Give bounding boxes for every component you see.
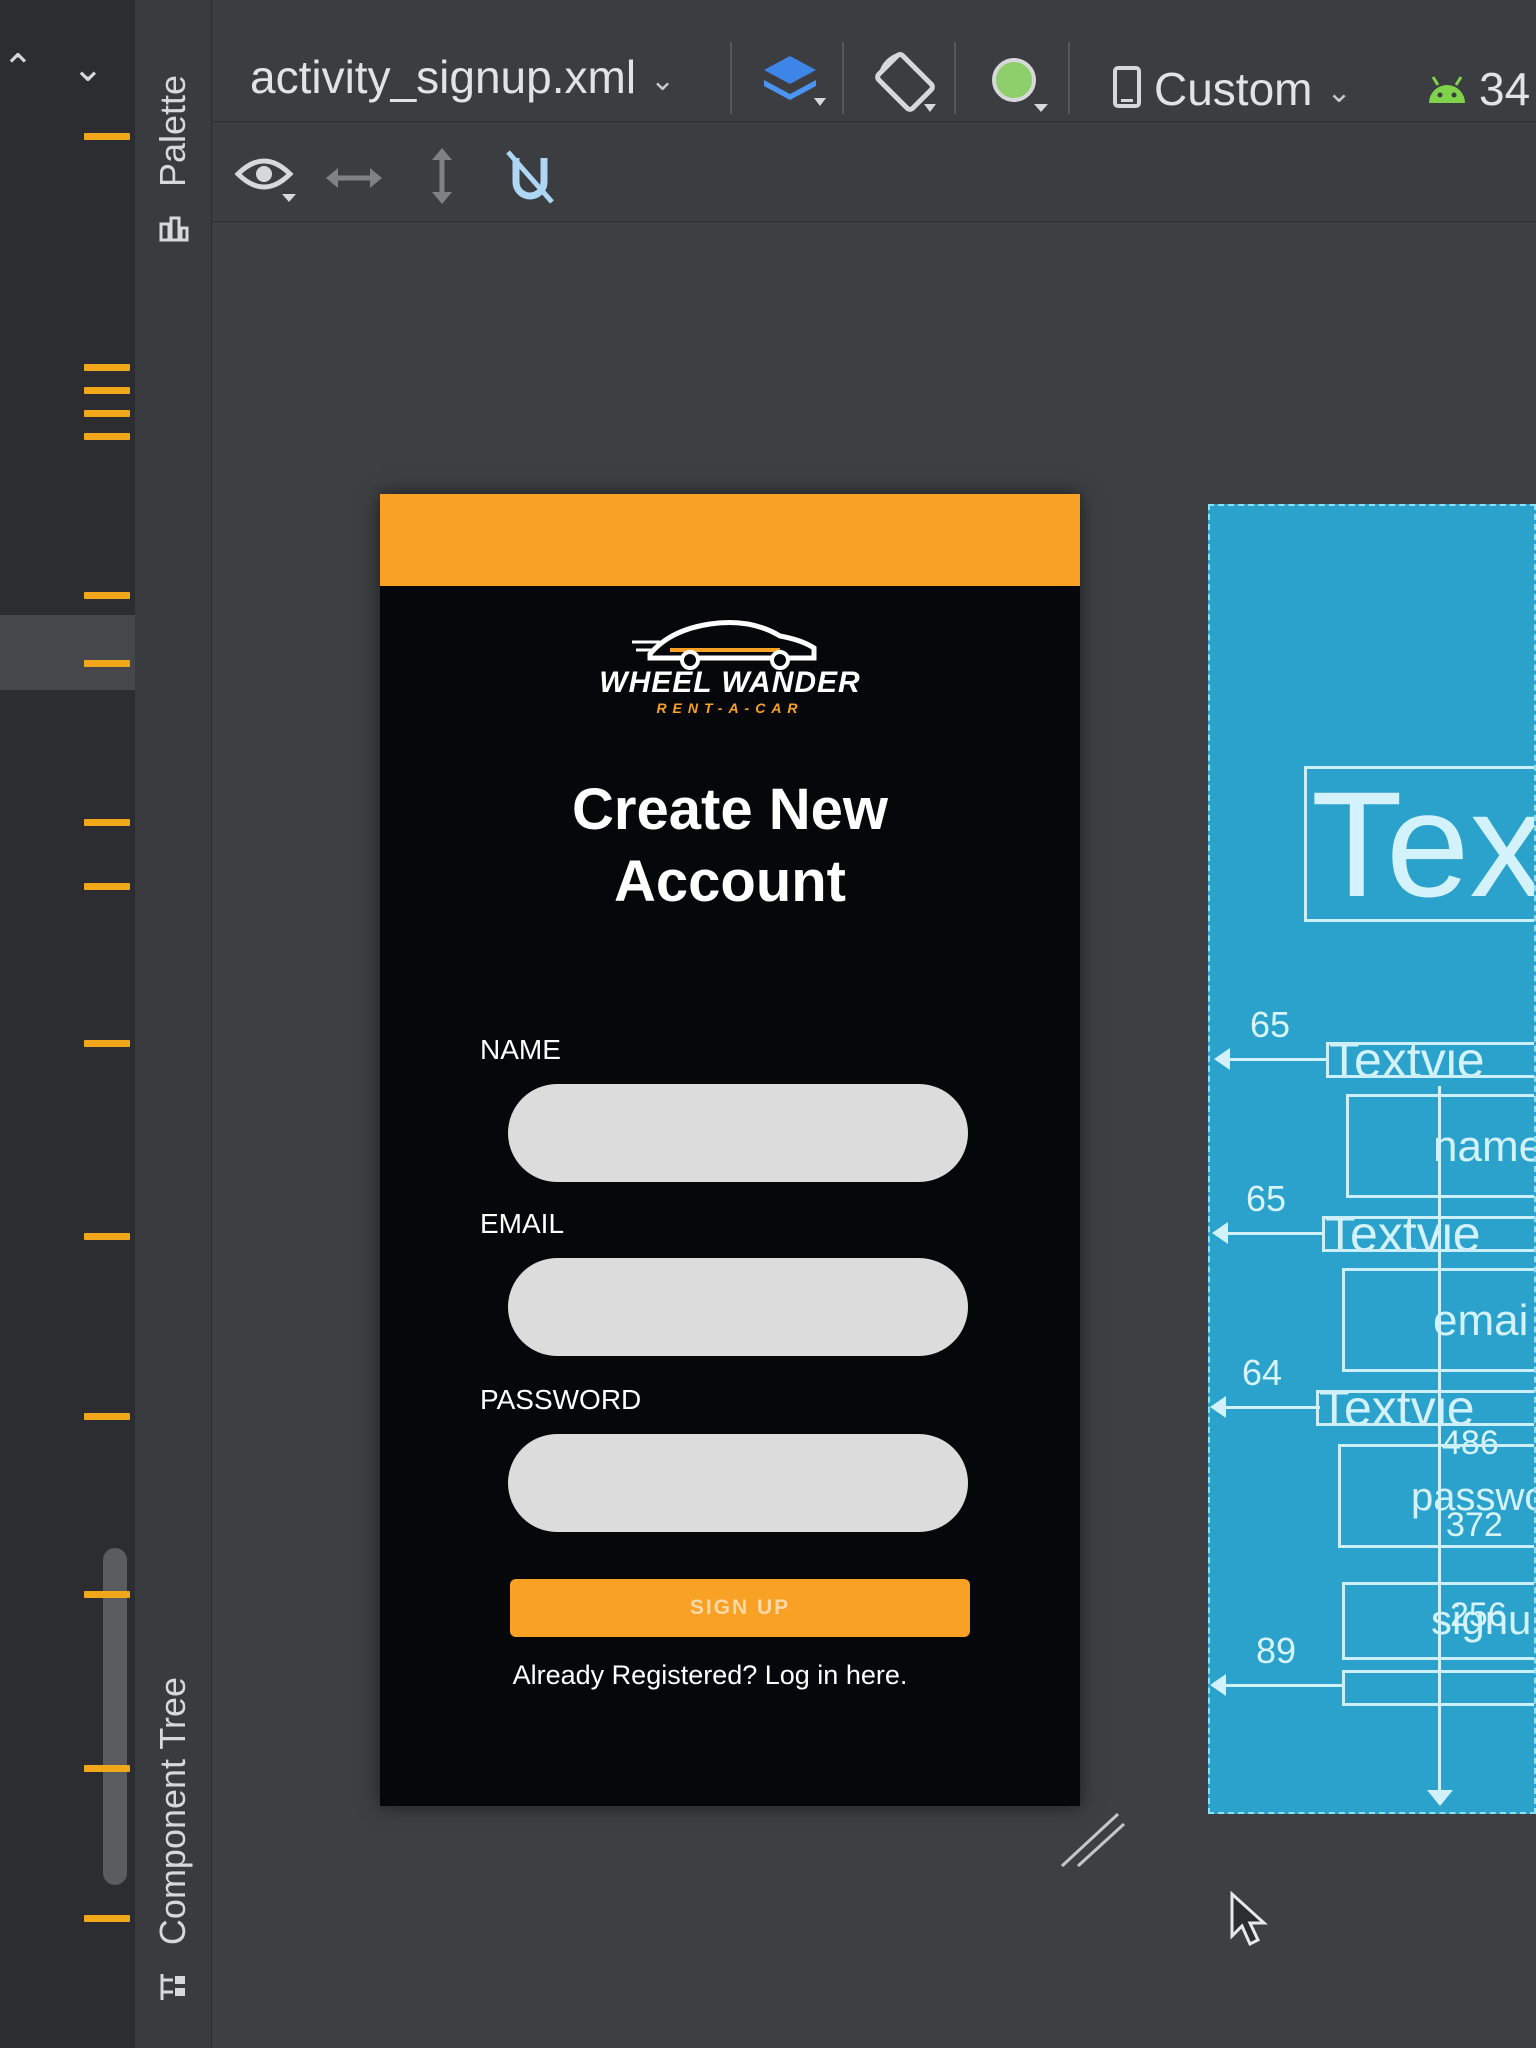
- gutter-marker[interactable]: [84, 410, 130, 417]
- constraint-arrow-icon: [1210, 1674, 1226, 1696]
- blueprint-textview[interactable]: Textvie: [1326, 1042, 1534, 1078]
- name-label: NAME: [480, 1034, 561, 1065]
- blueprint-constraint-line: [1222, 1684, 1342, 1687]
- editor-toolbar: activity_signup.xml ⌄ Custom ⌄ 34: [212, 0, 1536, 122]
- name-field[interactable]: [508, 1084, 968, 1182]
- blueprint-margin-value: 65: [1250, 1004, 1291, 1045]
- design-preview-phone[interactable]: WHEEL WANDER RENT-A-CAR Create New Accou…: [380, 494, 1080, 1806]
- blueprint-margin-value: 64: [1242, 1352, 1283, 1393]
- blueprint-dimension-value: 256: [1450, 1596, 1507, 1634]
- device-selector[interactable]: Custom ⌄: [1112, 62, 1352, 116]
- night-mode-icon[interactable]: [984, 50, 1056, 116]
- gutter-marker[interactable]: [84, 1040, 130, 1047]
- device-selector-label: Custom: [1154, 63, 1313, 115]
- blueprint-name-input[interactable]: name: [1346, 1094, 1534, 1198]
- gutter-marker[interactable]: [84, 364, 130, 371]
- blueprint-margin-value: 65: [1246, 1178, 1287, 1219]
- constraint-arrow-down-icon: [1427, 1790, 1453, 1806]
- gutter-marker[interactable]: [84, 592, 130, 599]
- chevron-down-icon: ⌄: [650, 64, 676, 98]
- constraint-arrow-icon: [1212, 1222, 1228, 1244]
- chevron-up-icon[interactable]: ⌃: [2, 50, 34, 88]
- blueprint-textview[interactable]: Textvie: [1322, 1216, 1534, 1252]
- gutter-marker[interactable]: [84, 883, 130, 890]
- logo-subtitle: RENT-A-CAR: [656, 700, 804, 716]
- blueprint-preview[interactable]: Tex 65 Textvie name 65 Textvie emai 64 T…: [1208, 504, 1536, 1814]
- email-field[interactable]: [508, 1258, 968, 1356]
- gutter-marker[interactable]: [84, 819, 130, 826]
- mouse-pointer-icon: [1230, 1890, 1268, 1947]
- android-icon: [1429, 76, 1465, 103]
- api-level-label: 34: [1479, 63, 1531, 115]
- password-field[interactable]: [508, 1434, 968, 1532]
- component-tree-tab[interactable]: Component Tree: [152, 1677, 194, 1945]
- orientation-rotate-icon[interactable]: [872, 48, 944, 116]
- gutter-marker[interactable]: [84, 1413, 130, 1420]
- login-link[interactable]: Already Registered? Log in here.: [380, 1660, 1080, 1691]
- vertical-resize-icon[interactable]: [422, 146, 462, 206]
- gutter-marker[interactable]: [84, 1233, 130, 1240]
- gutter-marker[interactable]: [84, 433, 130, 440]
- palette-icon: [159, 216, 189, 242]
- gutter-marker[interactable]: [84, 133, 130, 140]
- side-tool-strip: Palette Component Tree: [135, 0, 212, 2048]
- view-options-toolbar: [212, 122, 1536, 222]
- gutter-marker[interactable]: [84, 387, 130, 394]
- api-level-selector[interactable]: 34: [1425, 62, 1530, 116]
- gutter-marker[interactable]: [84, 660, 130, 667]
- component-tree-icon: [160, 1974, 185, 2000]
- page-title-line-1: Create New: [572, 777, 888, 842]
- signup-button[interactable]: SIGN UP: [510, 1579, 970, 1637]
- disable-autoconnect-magnet-icon[interactable]: [502, 146, 558, 208]
- blueprint-title-textview[interactable]: Tex: [1304, 766, 1534, 922]
- gutter-marker[interactable]: [84, 1765, 130, 1772]
- blueprint-vertical-constraint: [1438, 1086, 1441, 1792]
- blueprint-margin-value: 89: [1256, 1630, 1297, 1671]
- gutter-marker[interactable]: [84, 1915, 130, 1922]
- email-label: EMAIL: [480, 1208, 565, 1239]
- design-surface-layers-icon[interactable]: [760, 50, 830, 114]
- toolbar-divider: [954, 42, 956, 114]
- blueprint-constraint-line: [1220, 1406, 1320, 1409]
- status-bar: [380, 494, 1080, 586]
- blueprint-constraint-line: [1224, 1232, 1324, 1235]
- gutter-navigation: ⌃ ⌄: [0, 40, 135, 100]
- gutter-selection-highlight: [0, 615, 135, 690]
- toolbar-divider: [842, 42, 844, 114]
- left-gutter: ⌃ ⌄: [0, 0, 135, 2048]
- toolbar-divider: [730, 42, 732, 114]
- constraint-arrow-icon: [1210, 1396, 1226, 1418]
- password-label: PASSWORD: [480, 1384, 642, 1415]
- chevron-down-icon[interactable]: ⌄: [72, 50, 104, 88]
- blueprint-dimension-value: 372: [1446, 1506, 1503, 1544]
- canvas-resize-handle-icon[interactable]: [1058, 1810, 1128, 1870]
- page-title-line-2: Account: [614, 849, 846, 914]
- palette-tab[interactable]: Palette: [152, 75, 194, 187]
- phone-device-icon: [1113, 66, 1141, 108]
- logo-title: WHEEL WANDER: [599, 666, 861, 699]
- blueprint-textview[interactable]: Textvie: [1316, 1390, 1534, 1426]
- toolbar-divider: [1068, 42, 1070, 114]
- chevron-down-icon: ⌄: [1326, 76, 1352, 110]
- view-options-eye-icon[interactable]: [234, 150, 306, 206]
- gutter-scrollbar[interactable]: [103, 1548, 127, 1885]
- page-title: Create New Account: [380, 774, 1080, 918]
- horizontal-resize-icon[interactable]: [324, 158, 384, 198]
- car-logo-icon: [632, 620, 817, 670]
- constraint-arrow-icon: [1214, 1048, 1230, 1070]
- file-tab[interactable]: activity_signup.xml ⌄: [250, 50, 675, 104]
- file-tab-label: activity_signup.xml: [250, 51, 637, 103]
- gutter-marker[interactable]: [84, 1591, 130, 1598]
- blueprint-password-input[interactable]: passwo: [1338, 1444, 1534, 1548]
- blueprint-constraint-line: [1226, 1058, 1326, 1061]
